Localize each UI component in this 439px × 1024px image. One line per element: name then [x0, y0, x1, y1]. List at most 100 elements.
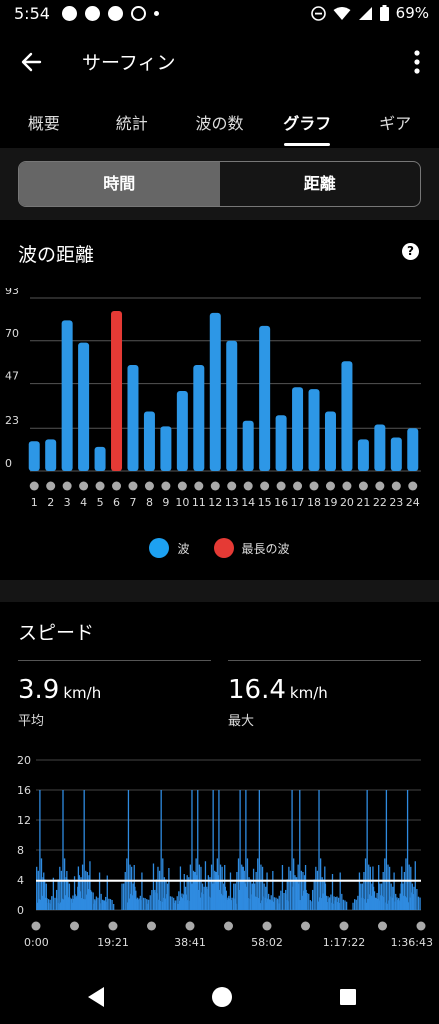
speed-spike [288, 866, 290, 910]
speed-spike [387, 903, 389, 910]
x-tick-label: 19:21 [97, 936, 129, 949]
speed-spike [380, 883, 383, 910]
speed-spike [130, 893, 132, 910]
speed-spike [177, 903, 179, 910]
speed-spike [345, 901, 348, 910]
tab-stats[interactable]: 統計 [88, 100, 176, 146]
speed-spike [47, 902, 50, 910]
wave-marker-dot [260, 481, 270, 491]
speed-spike [184, 886, 187, 910]
speed-spike [289, 870, 292, 910]
wave-marker-dot [210, 481, 220, 491]
nav-recents-icon[interactable] [339, 988, 357, 1006]
speed-spike [405, 858, 407, 910]
speed-spike [190, 883, 192, 910]
speed-spike [36, 902, 38, 910]
time-marker-dot [147, 921, 156, 931]
speed-spike [154, 889, 156, 910]
speed-spike [226, 899, 228, 910]
speed-spike [411, 892, 413, 910]
speed-spike [180, 897, 182, 910]
speed-spike [195, 858, 197, 910]
speed-spike [163, 897, 165, 910]
segmented-control-band: 時間 距離 [0, 148, 439, 220]
nav-back-icon[interactable] [86, 986, 106, 1008]
x-tick-label: 18 [307, 496, 321, 509]
x-tick-label: 24 [406, 496, 420, 509]
x-tick-label: 6 [113, 496, 120, 509]
bar-wave [226, 340, 238, 471]
speed-spike [268, 899, 271, 910]
speed-spike [157, 866, 159, 910]
speed-spike [337, 897, 340, 910]
speed-spike [98, 872, 101, 910]
speed-spike [245, 790, 247, 910]
speed-spike [83, 790, 85, 910]
speed-spike [146, 899, 148, 910]
speed-spike [62, 790, 64, 910]
back-arrow-icon[interactable] [18, 48, 46, 76]
speed-spike [291, 790, 293, 910]
tab-gear[interactable]: ギア [351, 100, 439, 146]
speed-spike [228, 895, 230, 910]
y-tick-label: 16 [17, 784, 31, 797]
speed-spike [97, 897, 99, 910]
segment-time[interactable]: 時間 [19, 162, 220, 206]
speed-spike [213, 883, 215, 910]
speed-spike [416, 889, 418, 910]
chart-legend: 波 最長の波 [0, 538, 439, 558]
speed-spike [301, 895, 303, 910]
x-tick-label: 2 [47, 496, 54, 509]
notification-icon [62, 6, 77, 21]
speed-spike [400, 883, 402, 910]
speed-spike [209, 877, 211, 910]
speed-spike [361, 883, 363, 910]
more-options-icon[interactable] [411, 48, 423, 76]
legend-longest-label: 最長の波 [241, 541, 290, 556]
speed-spike [168, 868, 170, 910]
bar-wave [28, 441, 40, 471]
speed-spike [320, 898, 323, 910]
speed-spike [54, 897, 56, 910]
max-speed-unit: km/h [289, 684, 328, 702]
speed-spike [261, 900, 263, 910]
tab-overview[interactable]: 概要 [0, 100, 88, 146]
bar-wave [292, 387, 304, 471]
bar-wave [275, 415, 287, 471]
bar-wave [324, 411, 336, 471]
average-speed-stat: 3.9 km/h 平均 [18, 660, 211, 729]
speed-spike [252, 883, 254, 910]
segment-distance[interactable]: 距離 [220, 162, 421, 206]
speed-spike [414, 861, 416, 910]
x-tick-label: 1 [31, 496, 38, 509]
speed-spike [123, 883, 125, 910]
speed-spike [41, 895, 43, 910]
speed-spike [46, 902, 48, 910]
speed-spike [49, 899, 51, 910]
x-tick-label: 7 [129, 496, 136, 509]
speed-spike [308, 893, 310, 910]
tab-graph[interactable]: グラフ [263, 100, 351, 146]
y-tick-label: 0 [17, 904, 24, 917]
speed-spike [63, 899, 65, 910]
tab-wave-count[interactable]: 波の数 [176, 100, 264, 146]
speed-spike [193, 871, 196, 910]
speed-spike [51, 896, 53, 910]
speed-spike [263, 896, 265, 910]
wave-marker-dot [161, 481, 171, 491]
speed-spike [61, 898, 63, 910]
speed-spike [382, 871, 384, 910]
speed-spike [127, 790, 130, 910]
speed-spike [379, 883, 381, 910]
speed-chart: 0 4 8 12 16 20 0:00 19:21 38:41 58:02 1:17:22 1:36:… [17, 754, 433, 949]
speed-spike [388, 900, 390, 910]
speed-spike [165, 898, 167, 910]
bar-wave [341, 361, 353, 471]
speed-spike [373, 896, 375, 910]
speed-spike [126, 858, 128, 910]
speed-spike [333, 903, 335, 910]
page-title: サーフィン [82, 52, 176, 74]
x-tick-label: 17 [291, 496, 305, 509]
nav-home-icon[interactable] [211, 986, 233, 1008]
help-icon[interactable]: ? [402, 243, 419, 260]
